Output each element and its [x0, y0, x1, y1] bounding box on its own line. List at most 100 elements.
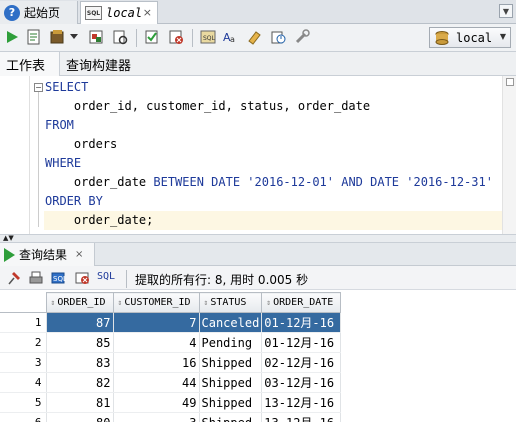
tab-list-dropdown-icon[interactable]: ▼ [499, 4, 513, 18]
results-tabbar: 查询结果 × [0, 243, 516, 266]
table-row[interactable]: 5 81 49 Shipped 13-12月-16 [0, 392, 342, 413]
cell-order-date[interactable]: 13-12月-16 [261, 392, 342, 413]
code-line: ORDER BY [45, 194, 103, 208]
worksheet-subtabs: 工作表 查询构建器 [0, 52, 516, 76]
tab-local-label: local [106, 6, 143, 20]
row-number: 6 [0, 412, 47, 422]
sql-file-icon: SQL [85, 6, 102, 20]
cell-order-id[interactable]: 87 [46, 312, 114, 333]
row-number-header [0, 292, 47, 313]
table-row[interactable]: 1 87 7 Canceled 01-12月-16 [0, 312, 342, 333]
cell-customer-id[interactable]: 7 [113, 312, 200, 333]
tab-query-builder[interactable]: 查询构建器 [60, 52, 137, 76]
autotrace-dropdown-icon[interactable] [68, 29, 80, 45]
tab-start-page-label: 起始页 [24, 6, 61, 20]
sql-editor[interactable]: − SELECT order_id, customer_id, status, … [0, 76, 516, 234]
history-icon[interactable] [270, 29, 286, 45]
code-line: WHERE [45, 156, 82, 170]
tab-local-worksheet[interactable]: SQL local × [80, 1, 158, 24]
export-icon[interactable] [74, 270, 90, 286]
cell-status[interactable]: Shipped [199, 412, 263, 422]
table-row[interactable]: 4 82 44 Shipped 03-12月-16 [0, 372, 342, 393]
run-script-icon[interactable] [26, 29, 42, 45]
column-header-status[interactable]: ⇕ STATUS [198, 292, 263, 313]
cell-order-id[interactable]: 85 [46, 332, 114, 353]
cell-order-date[interactable]: 02-12月-16 [261, 352, 342, 373]
tab-start-page[interactable]: ? 起始页 [0, 1, 78, 24]
connection-selector[interactable]: local ▼ [429, 27, 511, 48]
eraser-icon[interactable] [246, 29, 262, 45]
rollback-icon[interactable] [168, 29, 184, 45]
editor-scrollbar[interactable] [502, 76, 516, 234]
table-row[interactable]: 2 85 4 Pending 01-12月-16 [0, 332, 342, 353]
row-number: 1 [0, 312, 47, 333]
explain-plan-icon[interactable] [88, 29, 104, 45]
pin-icon[interactable] [6, 270, 22, 286]
wrench-icon[interactable] [294, 29, 310, 45]
run-statement-icon[interactable] [4, 29, 20, 45]
header-row: ⇕ ORDER_ID ⇕ CUSTOMER_ID ⇕ STATUS ⇕ ORDER_DA… [0, 292, 342, 313]
cell-order-date[interactable]: 01-12月-16 [261, 332, 342, 353]
toolbar-separator [126, 270, 127, 288]
tab-close-icon[interactable]: × [143, 6, 152, 19]
fold-collapse-icon[interactable]: − [34, 83, 43, 92]
cell-status[interactable]: Shipped [199, 352, 263, 373]
svg-text:SQL: SQL [203, 35, 216, 42]
cell-order-id[interactable]: 83 [46, 352, 114, 373]
column-header-customer-id[interactable]: ⇕ CUSTOMER_ID [112, 292, 200, 313]
cell-status[interactable]: Shipped [199, 372, 263, 393]
row-number: 3 [0, 352, 47, 373]
format-icon[interactable]: Aa [222, 29, 238, 45]
code-line: FROM [45, 118, 74, 132]
unshared-sql-icon[interactable]: SQL [200, 29, 216, 45]
code-token: '2016-12-01' [247, 175, 334, 189]
code-line: SELECT [45, 80, 89, 94]
cell-order-id[interactable]: 80 [46, 412, 114, 422]
column-header-label: ORDER_DATE [273, 297, 334, 308]
document-tabbar: ? 起始页 SQL local × ▼ [0, 0, 516, 24]
sql-tuning-icon[interactable] [112, 29, 128, 45]
row-number: 5 [0, 392, 47, 413]
cell-customer-id[interactable]: 3 [113, 412, 200, 422]
tab-worksheet[interactable]: 工作表 [0, 52, 60, 76]
print-icon[interactable] [28, 270, 44, 286]
column-header-label: CUSTOMER_ID [124, 297, 191, 308]
table-row[interactable]: 6 80 3 Shipped 13-12月-16 [0, 412, 342, 422]
toolbar-separator [192, 29, 193, 47]
close-icon[interactable]: × [75, 249, 83, 260]
column-header-order-id[interactable]: ⇕ ORDER_ID [45, 292, 114, 313]
cell-status[interactable]: Shipped [199, 392, 263, 413]
code-line: order_id, customer_id, status, order_dat… [45, 99, 371, 113]
commit-icon[interactable] [144, 29, 160, 45]
help-icon: ? [4, 4, 20, 21]
column-header-order-date[interactable]: ⇕ ORDER_DATE [261, 292, 342, 313]
panel-splitter[interactable]: ▲▼ [0, 234, 516, 243]
tab-query-result[interactable]: 查询结果 × [0, 243, 95, 266]
sort-icon: ⇕ [203, 298, 209, 307]
fetch-status: 提取的所有行: 8, 用时 0.005 秒 [135, 273, 309, 287]
cell-customer-id[interactable]: 49 [113, 392, 200, 413]
code-line: order_date BETWEEN DATE '2016-12-01' AND… [45, 173, 493, 192]
chevron-down-icon: ▼ [499, 32, 506, 41]
toolbar-separator [136, 29, 137, 47]
cell-order-id[interactable]: 82 [46, 372, 114, 393]
cell-status[interactable]: Pending [199, 332, 263, 353]
sql-button[interactable]: SQL [97, 271, 115, 282]
run-green-icon [4, 247, 15, 262]
tab-query-result-label: 查询结果 [19, 248, 68, 262]
cell-order-date[interactable]: 03-12月-16 [261, 372, 342, 393]
cell-order-id[interactable]: 81 [46, 392, 114, 413]
autotrace-icon[interactable] [50, 29, 66, 45]
cell-customer-id[interactable]: 16 [113, 352, 200, 373]
cell-order-date[interactable]: 01-12月-16 [261, 312, 342, 333]
cell-customer-id[interactable]: 44 [113, 372, 200, 393]
table-row[interactable]: 3 83 16 Shipped 02-12月-16 [0, 352, 342, 373]
svg-text:a: a [230, 35, 235, 44]
cell-status[interactable]: Canceled [199, 312, 263, 333]
code-line: order_date; [45, 213, 154, 227]
row-number: 4 [0, 372, 47, 393]
results-grid[interactable]: ⇕ ORDER_ID ⇕ CUSTOMER_ID ⇕ STATUS ⇕ ORDER_DA… [0, 292, 516, 422]
cell-customer-id[interactable]: 4 [113, 332, 200, 353]
refresh-icon[interactable]: SQL [50, 270, 66, 286]
cell-order-date[interactable]: 13-12月-16 [261, 412, 342, 422]
